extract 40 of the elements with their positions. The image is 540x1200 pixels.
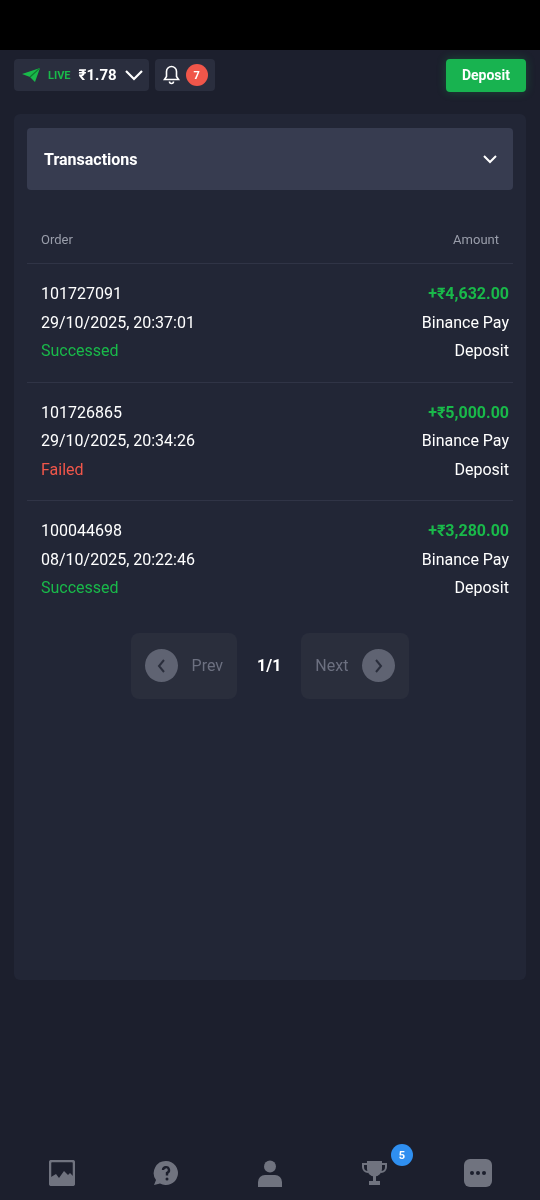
transaction-amount: +₹3,280.00 [428,520,509,542]
balance: ₹1.78 [78,66,117,84]
image-icon[interactable] [49,1160,75,1186]
more-icon[interactable] [464,1159,492,1187]
profile-icon[interactable] [258,1159,282,1187]
payment-method: Binance Pay [421,311,509,334]
order-number: 101726865 [41,401,123,424]
transaction-date: 29/10/2025, 20:37:01 [41,311,195,334]
transactions-dropdown[interactable]: Transactions [27,128,513,190]
payment-method: Binance Pay [421,430,509,452]
transaction-status: Successed [41,340,120,362]
bell-icon [162,65,180,85]
badge-count: 5 [391,1144,413,1166]
notification-count: 7 [185,64,208,86]
transaction-status: Successed [41,577,120,599]
page-indicator: 1/1 [257,656,282,675]
order-number: 100044698 [41,520,123,542]
transaction-type: Deposit [454,458,509,481]
transaction-amount: +₹4,632.00 [428,283,509,305]
transaction-type: Deposit [454,340,509,362]
transaction-amount: +₹5,000.00 [428,401,509,424]
transaction-status: Failed [41,458,85,481]
trophy-icon[interactable] [360,1160,388,1186]
help-icon[interactable] [153,1160,179,1186]
chevron-right-icon [374,658,384,673]
notifications-button[interactable]: 7 [154,59,215,91]
transaction-type: Deposit [454,577,509,599]
column-header: Order [41,232,73,247]
chevron-left-icon [156,658,166,673]
account-mode: LIVE [48,68,71,82]
account-switcher[interactable]: LIVE ₹1.78 [14,59,149,91]
transaction-date: 08/10/2025, 20:22:46 [41,548,195,571]
transaction-date: 29/10/2025, 20:34:26 [41,430,195,452]
chevron-down-icon [124,69,143,81]
deposit-button[interactable]: Deposit [445,58,526,92]
payment-method: Binance Pay [421,548,509,571]
column-header: Amount [453,232,499,247]
order-number: 101727091 [41,283,123,305]
paper-plane-icon [22,68,40,82]
chevron-icon [483,154,497,164]
